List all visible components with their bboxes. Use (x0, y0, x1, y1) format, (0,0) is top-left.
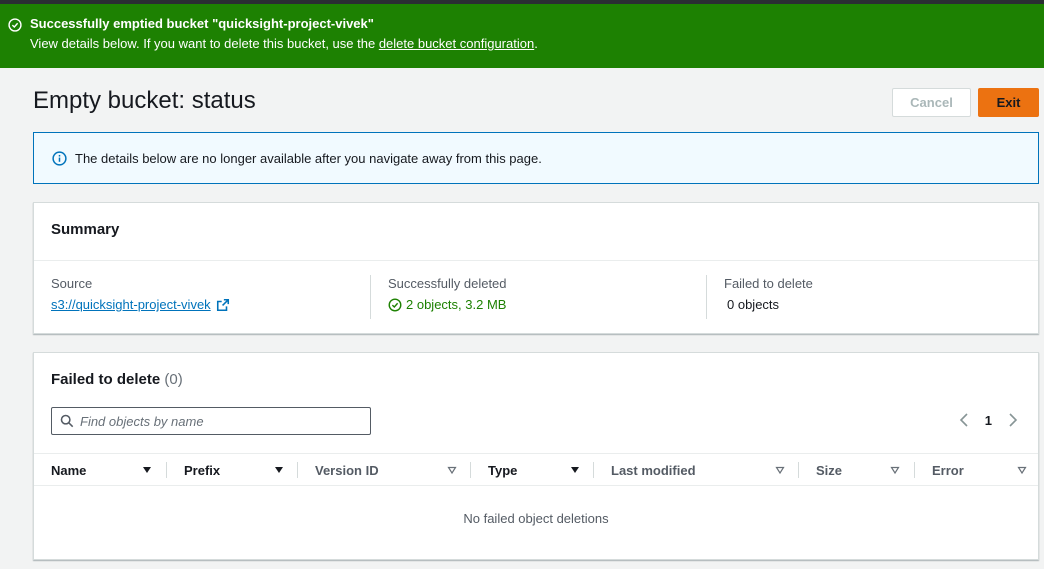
sort-filled-icon[interactable] (142, 465, 152, 475)
summary-panel: Summary Source s3://quicksight-project-v… (33, 202, 1039, 334)
column-separator (914, 462, 915, 478)
search-icon (60, 414, 74, 428)
delete-bucket-configuration-link[interactable]: delete bucket configuration (379, 36, 534, 51)
failed-panel-title: Failed to delete (0) (51, 371, 183, 388)
info-icon (52, 150, 67, 166)
column-separator (297, 462, 298, 478)
sort-filled-icon[interactable] (274, 465, 284, 475)
deleted-value-text: 2 objects, 3.2 MB (406, 297, 507, 312)
source-link[interactable]: s3://quicksight-project-vivek (51, 297, 211, 312)
column-header-version-id[interactable]: Version ID (297, 454, 469, 486)
column-label-last-modified: Last modified (611, 462, 696, 478)
source-value: s3://quicksight-project-vivek (51, 297, 370, 312)
search-input[interactable] (80, 413, 360, 429)
info-text: The details below are no longer availabl… (75, 150, 542, 166)
chevron-left-icon[interactable] (957, 411, 971, 429)
sort-outline-icon[interactable] (775, 465, 785, 475)
page-title: Empty bucket: status (33, 87, 256, 114)
column-separator (470, 462, 471, 478)
source-label: Source (51, 276, 93, 291)
column-header-error[interactable]: Error (914, 454, 1032, 486)
search-box[interactable] (51, 407, 371, 435)
sort-outline-icon[interactable] (1017, 465, 1027, 475)
failed-label: Failed to delete (724, 276, 813, 291)
table-header: Name Prefix Version ID Type Last modifie… (34, 453, 1038, 486)
deleted-column: Successfully deleted 2 objects, 3.2 MB (370, 275, 706, 319)
column-label-name: Name (51, 462, 87, 478)
summary-title: Summary (34, 203, 1038, 261)
column-header-last-modified[interactable]: Last modified (593, 454, 797, 486)
column-separator (798, 462, 799, 478)
failed-count: (0) (164, 371, 183, 388)
failed-column: Failed to delete 0 objects (706, 275, 1006, 319)
sort-outline-icon[interactable] (890, 465, 900, 475)
failed-value: 0 objects (727, 297, 780, 312)
flash-description-suffix: . (534, 36, 538, 51)
chevron-right-icon[interactable] (1006, 411, 1020, 429)
column-label-size: Size (816, 462, 843, 478)
column-label-prefix: Prefix (184, 462, 221, 478)
success-flash-banner: Successfully emptied bucket "quicksight-… (0, 4, 1044, 68)
column-separator (166, 462, 167, 478)
exit-button[interactable]: Exit (978, 88, 1039, 117)
sort-filled-icon[interactable] (570, 465, 580, 475)
page-number[interactable]: 1 (985, 413, 992, 428)
info-alert: The details below are no longer availabl… (33, 132, 1039, 184)
empty-table-message: No failed object deletions (463, 511, 609, 526)
flash-description: View details below. If you want to delet… (30, 35, 1044, 53)
deleted-label: Successfully deleted (388, 276, 507, 291)
check-circle-icon (8, 18, 22, 32)
flash-title: Successfully emptied bucket "quicksight-… (30, 16, 374, 31)
column-label-error: Error (932, 462, 964, 478)
column-label-version-id: Version ID (315, 462, 379, 478)
pagination: 1 (957, 411, 1020, 429)
sort-outline-icon[interactable] (447, 465, 457, 475)
summary-columns: Source s3://quicksight-project-vivek Suc… (34, 261, 1038, 319)
failed-title-text: Failed to delete (51, 371, 161, 388)
source-column: Source s3://quicksight-project-vivek (34, 275, 370, 319)
flash-description-prefix: View details below. If you want to delet… (30, 36, 379, 51)
column-label-type: Type (488, 462, 518, 478)
failed-to-delete-panel: Failed to delete (0) 1 Name Prefix Versi… (33, 352, 1039, 560)
external-link-icon[interactable] (216, 298, 230, 312)
success-check-icon (388, 298, 402, 311)
cancel-button[interactable]: Cancel (892, 88, 971, 117)
column-separator (593, 462, 594, 478)
column-header-name[interactable]: Name (51, 454, 171, 486)
deleted-value: 2 objects, 3.2 MB (388, 297, 706, 312)
